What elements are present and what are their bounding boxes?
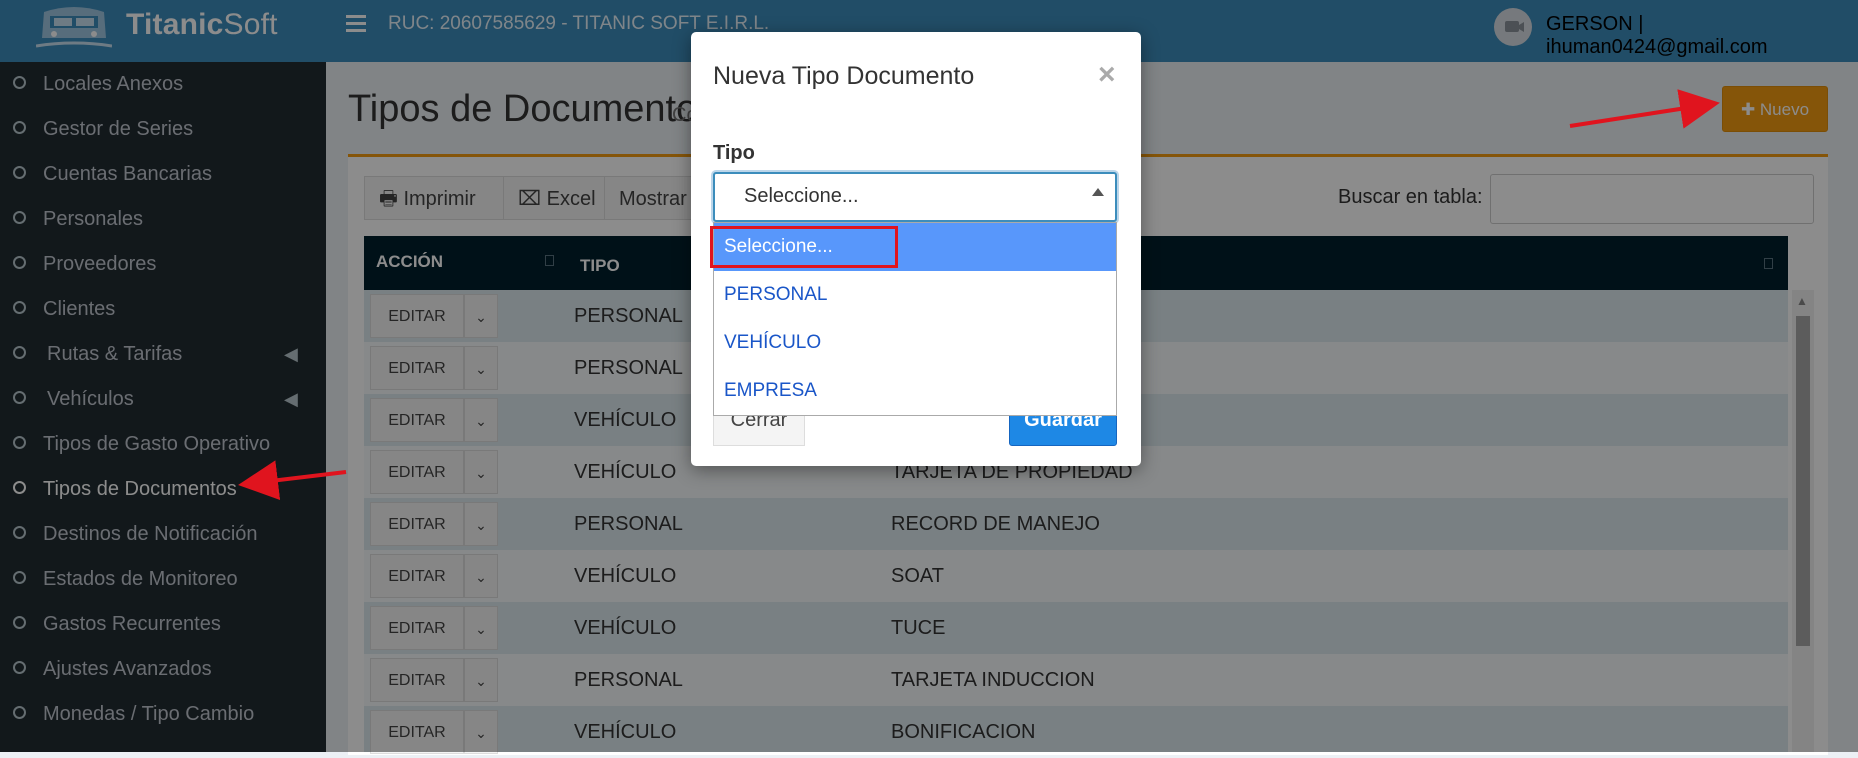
- annotation-arrow-nuevo: [1569, 89, 1720, 129]
- annotation-arrows: [238, 89, 1720, 501]
- annotation-arrow-sidebar: [238, 460, 347, 501]
